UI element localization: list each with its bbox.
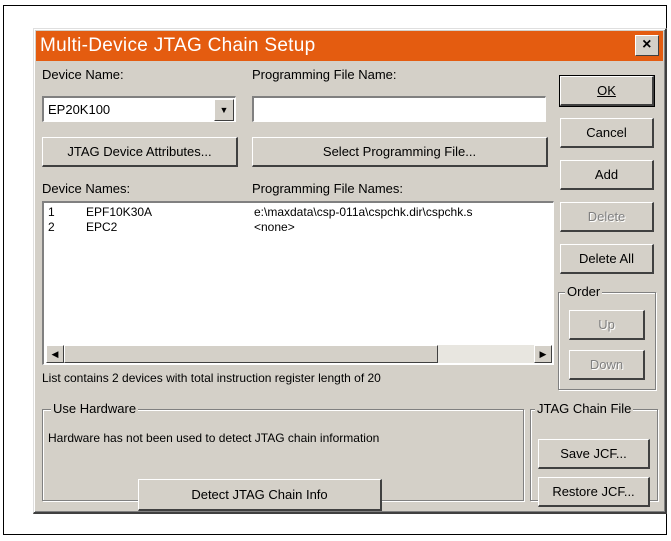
delete-all-button-label: Delete All <box>579 251 634 266</box>
row-file: e:\maxdata\csp-011a\cspchk.dir\cspchk.s <box>254 205 473 219</box>
arrow-right-icon[interactable]: ▶ <box>534 345 552 363</box>
chevron-down-icon[interactable]: ▼ <box>214 99 234 121</box>
dialog-title: Multi-Device JTAG Chain Setup <box>40 35 316 56</box>
delete-all-button[interactable]: Delete All <box>560 244 654 274</box>
detect-jtag-chain-button[interactable]: Detect JTAG Chain Info <box>138 479 382 511</box>
up-button-label: Up <box>598 317 615 332</box>
close-icon: × <box>642 36 652 53</box>
device-names-label: Device Names: <box>42 181 131 196</box>
list-item[interactable]: 1 EPF10K30A e:\maxdata\csp-011a\cspchk.d… <box>44 205 553 220</box>
row-index: 2 <box>48 220 55 234</box>
cancel-button-label: Cancel <box>586 125 627 140</box>
row-device: EPF10K30A <box>86 205 153 219</box>
row-file: <none> <box>254 220 295 234</box>
add-button-label: Add <box>594 167 619 182</box>
close-button[interactable]: × <box>635 35 659 56</box>
delete-button[interactable]: Delete <box>560 202 654 232</box>
jtag-device-attributes-button[interactable]: JTAG Device Attributes... <box>42 137 238 167</box>
row-device: EPC2 <box>86 220 118 234</box>
cancel-button[interactable]: Cancel <box>560 118 654 148</box>
device-name-label: Device Name: <box>42 67 124 82</box>
save-jcf-label: Save JCF... <box>560 446 627 461</box>
horizontal-scrollbar[interactable]: ◀ ▶ <box>46 345 552 363</box>
device-name-select[interactable]: EP20K100 ▼ <box>42 96 236 122</box>
status-text: List contains 2 devices with total instr… <box>42 371 381 385</box>
arrow-left-icon[interactable]: ◀ <box>46 345 64 363</box>
device-name-select-value: EP20K100 <box>48 102 111 117</box>
row-index: 1 <box>48 205 55 219</box>
list-item[interactable]: 2 EPC2 <none> <box>44 220 553 235</box>
select-programming-file-label: Select Programming File... <box>322 144 477 159</box>
programming-file-names-label: Programming File Names: <box>252 181 403 196</box>
device-list[interactable]: 1 EPF10K30A e:\maxdata\csp-011a\cspchk.d… <box>42 201 554 365</box>
delete-button-label: Delete <box>587 209 626 224</box>
use-hardware-group-title: Use Hardware <box>51 401 139 416</box>
detect-jtag-chain-label: Detect JTAG Chain Info <box>191 487 328 502</box>
up-button[interactable]: Up <box>569 310 645 340</box>
ok-button-label: OK <box>597 83 616 98</box>
save-jcf-button[interactable]: Save JCF... <box>538 439 650 469</box>
restore-jcf-button[interactable]: Restore JCF... <box>538 477 650 507</box>
programming-file-input[interactable] <box>252 96 546 122</box>
title-bar[interactable]: Multi-Device JTAG Chain Setup × <box>36 31 663 61</box>
down-button-label: Down <box>589 357 624 372</box>
hardware-message: Hardware has not been used to detect JTA… <box>48 431 380 445</box>
jtag-chain-file-group-title: JTAG Chain File <box>535 401 634 416</box>
select-programming-file-button[interactable]: Select Programming File... <box>252 137 548 167</box>
ok-button[interactable]: OK <box>559 75 655 107</box>
add-button[interactable]: Add <box>560 160 654 190</box>
down-button[interactable]: Down <box>569 350 645 380</box>
programming-file-name-label: Programming File Name: <box>252 67 397 82</box>
order-group-title: Order <box>565 284 603 299</box>
jtag-chain-setup-dialog: Multi-Device JTAG Chain Setup × Device N… <box>33 28 667 514</box>
restore-jcf-label: Restore JCF... <box>552 484 635 499</box>
jtag-device-attributes-label: JTAG Device Attributes... <box>67 144 212 159</box>
scrollbar-thumb[interactable] <box>64 345 438 363</box>
